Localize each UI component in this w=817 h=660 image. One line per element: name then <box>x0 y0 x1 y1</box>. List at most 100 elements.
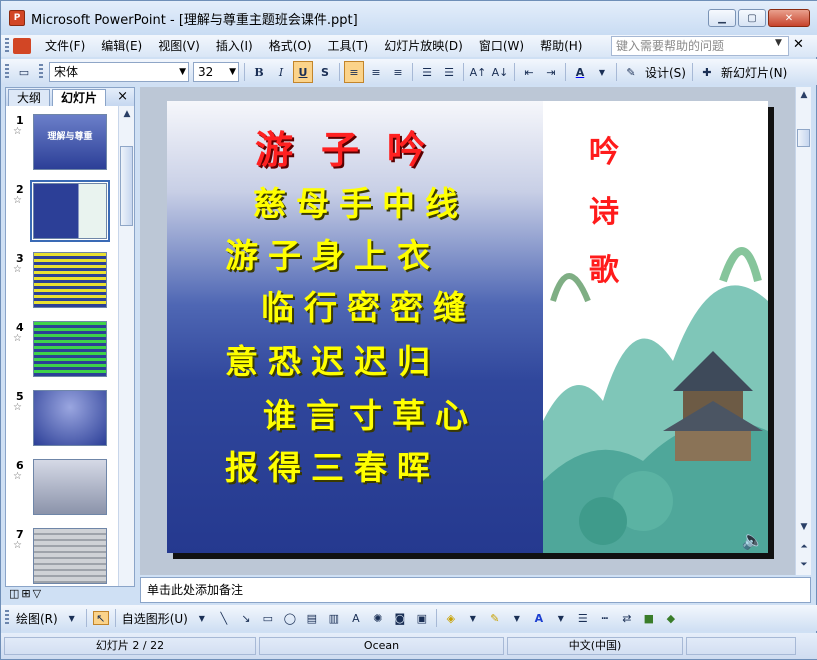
font-color-button[interactable]: A <box>570 61 590 83</box>
slide-thumbnail-4[interactable]: 4 ☆ <box>6 321 118 381</box>
document-menu-icon[interactable] <box>13 38 31 54</box>
draw-menu-button[interactable]: 绘图(R) <box>13 610 61 627</box>
drawbar-grip[interactable] <box>5 610 9 626</box>
dash-style-icon[interactable]: ┅ <box>597 611 613 625</box>
slide-scrollbar[interactable]: ▲ ▼ ⏶ ⏷ <box>795 87 811 575</box>
font-name-select[interactable]: 宋体 ▼ <box>49 62 189 82</box>
chevron-down-icon[interactable]: ▼ <box>194 611 210 625</box>
menu-slideshow[interactable]: 幻灯片放映(D) <box>376 36 471 56</box>
previous-slide-icon[interactable]: ⏶ <box>796 539 812 555</box>
scroll-up-icon[interactable]: ▲ <box>119 106 135 122</box>
line-style-icon[interactable]: ☰ <box>575 611 591 625</box>
rectangle-icon[interactable]: ▭ <box>260 611 276 625</box>
chevron-down-icon[interactable]: ▼ <box>553 611 569 625</box>
toolbar-grip-2[interactable] <box>39 64 43 80</box>
tab-slides[interactable]: 幻灯片 <box>52 89 107 106</box>
poem-line-4[interactable]: 意恐迟迟归 <box>225 335 440 383</box>
speaker-icon[interactable]: 🔈 <box>742 530 764 551</box>
next-slide-icon[interactable]: ⏷ <box>796 557 812 573</box>
slide-thumbnail-7[interactable]: 7 ☆ <box>6 528 118 588</box>
underline-button[interactable]: U <box>293 61 313 83</box>
vertical-textbox-icon[interactable]: ▥ <box>326 611 342 625</box>
menu-format[interactable]: 格式(O) <box>261 36 320 56</box>
slide-sorter-view-icon[interactable]: ⊞ <box>21 587 30 600</box>
slideshow-view-icon[interactable]: ▽ <box>33 587 41 600</box>
menu-file[interactable]: 文件(F) <box>37 36 93 56</box>
normal-view-icon[interactable]: ◫ <box>9 587 19 600</box>
slide-thumbnail-1[interactable]: 1 ☆ 理解与尊重 <box>6 114 118 174</box>
new-document-icon[interactable]: ▭ <box>14 61 34 83</box>
menu-window[interactable]: 窗口(W) <box>471 36 532 56</box>
autoshapes-button[interactable]: 自选图形(U) <box>119 610 191 627</box>
textbox-icon[interactable]: ▤ <box>304 611 320 625</box>
chevron-down-icon[interactable]: ▼ <box>509 611 525 625</box>
align-left-icon[interactable]: ≡ <box>344 61 364 83</box>
scrollbar-thumb[interactable] <box>120 146 133 226</box>
window-title: Microsoft PowerPoint - [理解与尊重主题班会课件.ppt] <box>31 12 358 28</box>
slide-thumbnail-3[interactable]: 3 ☆ <box>6 252 118 312</box>
scroll-down-icon[interactable]: ▼ <box>796 519 812 535</box>
increase-font-icon[interactable]: A↑ <box>468 61 488 83</box>
menu-view[interactable]: 视图(V) <box>150 36 208 56</box>
fill-color-icon[interactable]: ◈ <box>443 611 459 625</box>
current-slide[interactable]: 吟 诗 歌 🔈 游子吟 慈母手中线 游子身上衣 临行密密缝 意恐迟迟归 谁言寸草… <box>167 101 768 553</box>
chevron-down-icon[interactable]: ▼ <box>64 611 80 625</box>
oval-icon[interactable]: ◯ <box>282 611 298 625</box>
align-center-icon[interactable]: ≡ <box>366 61 386 83</box>
bold-button[interactable]: B <box>249 61 269 83</box>
close-document-icon[interactable]: ✕ <box>793 37 804 52</box>
menu-insert[interactable]: 插入(I) <box>208 36 261 56</box>
align-right-icon[interactable]: ≡ <box>388 61 408 83</box>
poem-line-2[interactable]: 游子身上衣 <box>225 229 440 277</box>
clipart-icon[interactable]: ◙ <box>392 611 408 625</box>
picture-icon[interactable]: ▣ <box>414 611 430 625</box>
slides-pane-scrollbar[interactable]: ▲ <box>118 106 134 586</box>
3d-style-icon[interactable]: ◆ <box>663 611 679 625</box>
maximize-button[interactable]: ▢ <box>738 9 766 27</box>
close-window-button[interactable]: ✕ <box>768 9 810 27</box>
poem-title[interactable]: 游子吟 <box>255 119 453 174</box>
menu-help[interactable]: 帮助(H) <box>532 36 590 56</box>
slide-thumbnail-5[interactable]: 5 ☆ <box>6 390 118 450</box>
powerpoint-app-icon[interactable]: P <box>9 10 25 26</box>
numbered-list-icon[interactable]: ☰ <box>417 61 437 83</box>
notes-pane[interactable]: 单击此处添加备注 <box>140 577 811 603</box>
arrow-style-icon[interactable]: ⇄ <box>619 611 635 625</box>
poem-line-1[interactable]: 慈母手中线 <box>253 177 468 225</box>
tab-outline[interactable]: 大纲 <box>8 89 51 106</box>
menu-tools[interactable]: 工具(T) <box>320 36 377 56</box>
poem-line-6[interactable]: 报得三春晖 <box>225 441 440 489</box>
new-slide-button[interactable]: 新幻灯片(N) <box>718 64 790 81</box>
arrow-icon[interactable]: ↘ <box>238 611 254 625</box>
minimize-button[interactable]: ▁ <box>708 9 736 27</box>
slide-thumbnail-6[interactable]: 6 ☆ <box>6 459 118 519</box>
scrollbar-thumb[interactable] <box>797 129 810 147</box>
line-icon[interactable]: ╲ <box>216 611 232 625</box>
italic-button[interactable]: I <box>271 61 291 83</box>
menubar-grip[interactable] <box>5 38 9 54</box>
design-button[interactable]: 设计(S) <box>642 64 689 81</box>
font-color-icon[interactable]: A <box>531 611 547 625</box>
close-pane-icon[interactable]: × <box>117 89 128 104</box>
shadow-style-icon[interactable]: ■ <box>641 611 657 625</box>
chevron-down-icon[interactable]: ▼ <box>775 38 782 48</box>
select-pointer-icon[interactable]: ↖ <box>92 611 109 625</box>
bullet-list-icon[interactable]: ☰ <box>439 61 459 83</box>
decrease-font-icon[interactable]: A↓ <box>490 61 510 83</box>
help-search-input[interactable]: 键入需要帮助的问题 <box>611 36 789 56</box>
toolbar-grip[interactable] <box>5 64 9 80</box>
increase-indent-icon[interactable]: ⇥ <box>541 61 561 83</box>
poem-line-3[interactable]: 临行密密缝 <box>261 281 476 329</box>
menu-edit[interactable]: 编辑(E) <box>93 36 150 56</box>
decrease-indent-icon[interactable]: ⇤ <box>519 61 539 83</box>
poem-line-5[interactable]: 谁言寸草心 <box>263 389 478 437</box>
chevron-down-icon[interactable]: ▼ <box>465 611 481 625</box>
font-size-select[interactable]: 32 ▼ <box>193 62 239 82</box>
chevron-down-icon[interactable]: ▼ <box>592 61 612 83</box>
shadow-button[interactable]: S <box>315 61 335 83</box>
scroll-up-icon[interactable]: ▲ <box>796 87 812 103</box>
slide-thumbnail-2[interactable]: 2 ☆ <box>6 180 118 243</box>
diagram-icon[interactable]: ✺ <box>370 611 386 625</box>
line-color-icon[interactable]: ✎ <box>487 611 503 625</box>
wordart-icon[interactable]: A <box>348 611 364 625</box>
